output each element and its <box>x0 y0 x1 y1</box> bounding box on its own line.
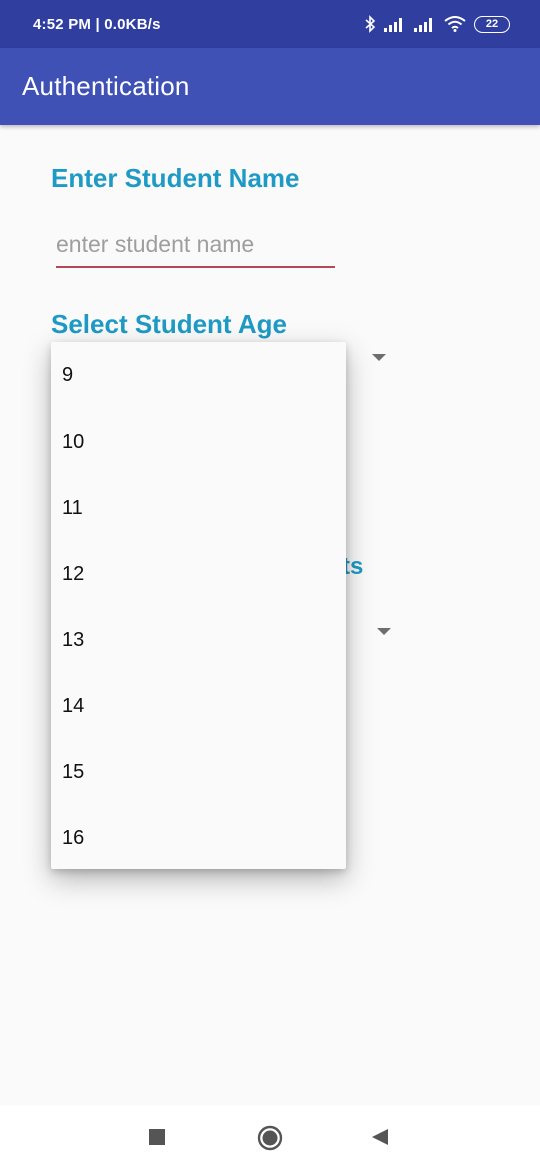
bluetooth-icon <box>365 15 376 33</box>
navigation-bar <box>0 1105 540 1170</box>
home-button[interactable] <box>253 1121 287 1155</box>
age-dropdown-list: 9 10 11 12 13 14 15 16 <box>51 342 346 869</box>
battery-icon: 22 <box>474 15 510 33</box>
status-icons: 22 <box>364 15 510 33</box>
student-age-label: Select Student Age <box>51 309 287 339</box>
dropdown-option[interactable]: 10 <box>51 409 346 475</box>
wifi-icon <box>444 16 466 32</box>
dropdown-option[interactable]: 13 <box>51 607 346 673</box>
dropdown-option[interactable]: 12 <box>51 541 346 607</box>
app-bar: Authentication <box>0 48 540 125</box>
student-name-input[interactable] <box>56 228 335 268</box>
second-spinner-arrow-icon[interactable] <box>377 628 391 635</box>
dropdown-option[interactable]: 16 <box>51 805 346 869</box>
dropdown-option[interactable]: 14 <box>51 673 346 739</box>
student-name-label: Enter Student Name <box>51 163 300 193</box>
dropdown-option[interactable]: 9 <box>51 342 346 409</box>
home-circle-icon <box>257 1125 283 1151</box>
dropdown-option[interactable]: 15 <box>51 739 346 805</box>
app-title: Authentication <box>22 71 190 101</box>
back-triangle-icon <box>372 1129 388 1145</box>
signal-icon <box>414 18 432 32</box>
recents-square-icon <box>149 1129 165 1145</box>
age-spinner-arrow-icon[interactable] <box>372 354 386 361</box>
status-time-speed: 4:52 PM | 0.0KB/s <box>33 15 161 33</box>
dropdown-option[interactable]: 11 <box>51 475 346 541</box>
status-bar: 4:52 PM | 0.0KB/s 22 <box>0 0 540 48</box>
back-button[interactable] <box>364 1121 396 1153</box>
signal-icon <box>384 18 402 32</box>
recents-button[interactable] <box>141 1121 173 1153</box>
